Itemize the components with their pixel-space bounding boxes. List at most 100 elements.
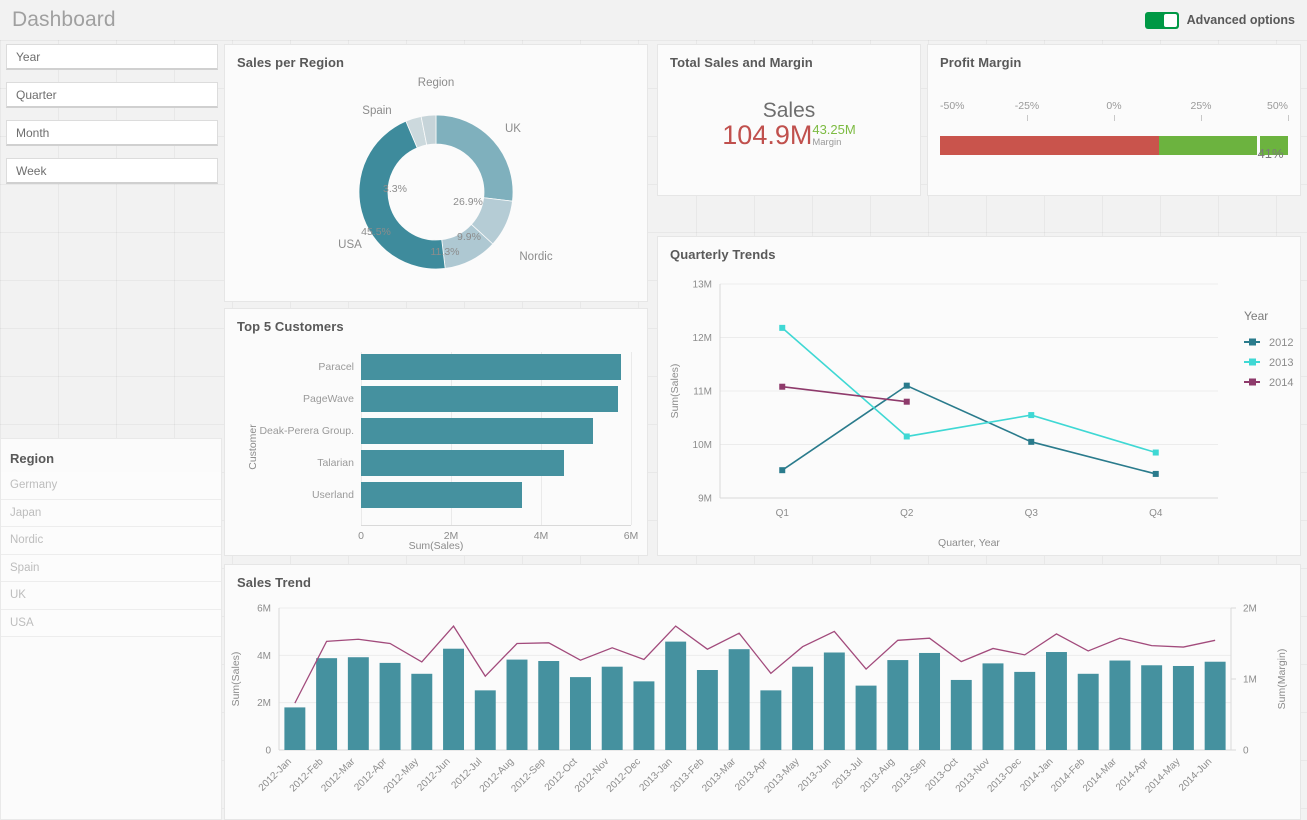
panel-total-sales-and-margin: Total Sales and Margin Sales 104.9M 43.2… xyxy=(657,44,921,196)
gauge-tick-label: -50% xyxy=(940,100,965,112)
line-series-path[interactable] xyxy=(781,327,1156,454)
donut-chart[interactable]: RegionSpainUKNordicJapanUSA3.3%26.9%9.9%… xyxy=(271,70,601,285)
donut-value-label: 3.3% xyxy=(383,183,407,195)
trend-bar[interactable] xyxy=(474,690,496,750)
line-data-point[interactable] xyxy=(1028,412,1035,419)
trend-bar[interactable] xyxy=(443,648,465,750)
line-data-point[interactable] xyxy=(1152,470,1159,477)
filter-label: Quarter xyxy=(16,87,57,102)
filter-label: Week xyxy=(16,163,47,178)
region-filter-item[interactable]: Japan xyxy=(1,499,221,527)
bar-fill[interactable] xyxy=(361,418,593,444)
bar-row[interactable]: PageWave xyxy=(247,386,631,412)
trend-bar[interactable] xyxy=(1045,652,1067,750)
trend-y-tick-label: 4M xyxy=(257,651,271,662)
trend-y-right-tick-label: 1M xyxy=(1243,675,1257,686)
kpi-margin-block: 43.25M Margin xyxy=(812,122,855,148)
line-y-tick-label: 9M xyxy=(698,494,712,505)
trend-bar[interactable] xyxy=(823,652,845,750)
trend-bar[interactable] xyxy=(982,663,1004,750)
region-filter-item[interactable]: Spain xyxy=(1,554,221,582)
region-filter-item[interactable]: USA xyxy=(1,609,221,637)
region-filter-item[interactable]: Germany xyxy=(1,472,221,500)
trend-bar[interactable] xyxy=(887,660,909,750)
advanced-options-toggle[interactable] xyxy=(1144,11,1179,29)
trend-bar[interactable] xyxy=(379,662,401,750)
region-filter-item[interactable]: Nordic xyxy=(1,527,221,555)
filter-item-quarter[interactable]: Quarter xyxy=(6,82,218,108)
bar-fill[interactable] xyxy=(361,386,619,412)
trend-bar[interactable] xyxy=(411,673,433,750)
bar-fill[interactable] xyxy=(361,482,523,508)
trend-bar[interactable] xyxy=(601,666,623,750)
line-data-point[interactable] xyxy=(1152,449,1159,456)
trend-y-tick-label: 6M xyxy=(257,604,271,615)
line-data-point[interactable] xyxy=(1028,438,1035,445)
bar-row[interactable]: Talarian xyxy=(247,450,631,476)
trend-bar[interactable] xyxy=(855,685,877,750)
trend-y-tick-label: 2M xyxy=(257,698,271,709)
trend-y-right-tick-label: 0 xyxy=(1243,746,1249,757)
trend-x-tick-label: 2012-Jun xyxy=(415,756,452,793)
trend-bar[interactable] xyxy=(696,670,718,750)
trend-bar[interactable] xyxy=(950,679,972,750)
filter-item-week[interactable]: Week xyxy=(6,158,218,184)
line-data-point[interactable] xyxy=(903,433,910,440)
bar-row[interactable]: Deak-Perera Group. xyxy=(247,418,631,444)
line-data-point[interactable] xyxy=(903,398,910,405)
trend-bar[interactable] xyxy=(1077,673,1099,750)
bar-row[interactable]: Paracel xyxy=(247,354,631,380)
bar-fill[interactable] xyxy=(361,354,622,380)
trend-margin-line[interactable] xyxy=(294,625,1216,704)
quarterly-trends-chart[interactable]: 9M 10M 11M 12M 13M Q1 Q2 Q3 Q4 Sum(Sales) Quarter,… xyxy=(658,262,1300,554)
trend-y-right-axis-title: Sum(Margin) xyxy=(1276,649,1288,710)
trend-bar[interactable] xyxy=(919,652,941,750)
trend-bar[interactable] xyxy=(760,690,782,750)
trend-x-tick-label: 2013-Mar xyxy=(700,756,739,795)
bar-row[interactable]: Userland xyxy=(247,482,631,508)
bar-gridline xyxy=(631,352,632,525)
trend-bar[interactable] xyxy=(1109,660,1131,750)
trend-bar[interactable] xyxy=(1141,665,1163,750)
trend-bar[interactable] xyxy=(665,641,687,750)
filter-item-year[interactable]: Year xyxy=(6,44,218,70)
kpi-margin-label: Margin xyxy=(812,137,842,149)
region-filter-item[interactable]: UK xyxy=(1,582,221,610)
gauge-bar[interactable] xyxy=(940,136,1288,155)
line-data-point[interactable] xyxy=(779,383,786,390)
trend-bar[interactable] xyxy=(316,658,338,750)
region-filter-title: Region xyxy=(10,451,55,466)
donut-segment[interactable] xyxy=(435,114,514,202)
trend-bar[interactable] xyxy=(538,661,560,750)
trend-bar[interactable] xyxy=(284,707,306,750)
trend-bar[interactable] xyxy=(506,659,528,750)
trend-bar[interactable] xyxy=(569,677,591,750)
gauge-value-label: 41% xyxy=(1257,146,1284,161)
trend-bar[interactable] xyxy=(1172,665,1194,750)
donut-value-label: 9.9% xyxy=(457,231,481,243)
gauge-tick-mark xyxy=(1114,115,1115,121)
trend-bar[interactable] xyxy=(728,649,750,750)
gauge-tick-label: 50% xyxy=(1266,100,1288,112)
line-data-point[interactable] xyxy=(903,382,910,389)
trend-bar[interactable] xyxy=(347,657,369,750)
filter-item-month[interactable]: Month xyxy=(6,120,218,146)
legend-item-label[interactable]: 2012 xyxy=(1269,337,1293,349)
legend-item-label[interactable]: 2013 xyxy=(1269,357,1293,369)
trend-bar[interactable] xyxy=(1014,671,1036,750)
gauge-tick-labels: -50% -25% 0% 25% 50% xyxy=(940,100,1289,121)
bar-fill[interactable] xyxy=(361,450,565,476)
sales-trend-chart[interactable]: 02M4M6M01M2M2012-Jan2012-Feb2012-Mar2012… xyxy=(225,590,1300,818)
line-data-point[interactable] xyxy=(779,324,786,331)
trend-bar[interactable] xyxy=(1204,661,1226,750)
bar-track xyxy=(361,482,631,508)
line-series-path[interactable] xyxy=(782,385,907,403)
legend-item-label[interactable]: 2014 xyxy=(1269,377,1293,389)
kpi-sales-label: Sales xyxy=(762,98,816,122)
line-series-path[interactable] xyxy=(781,384,1156,475)
line-data-point[interactable] xyxy=(779,467,786,474)
trend-bar[interactable] xyxy=(792,666,814,750)
bar-category-label: PageWave xyxy=(303,393,354,405)
bar-category-label: Talarian xyxy=(317,457,354,469)
trend-bar[interactable] xyxy=(633,681,655,750)
